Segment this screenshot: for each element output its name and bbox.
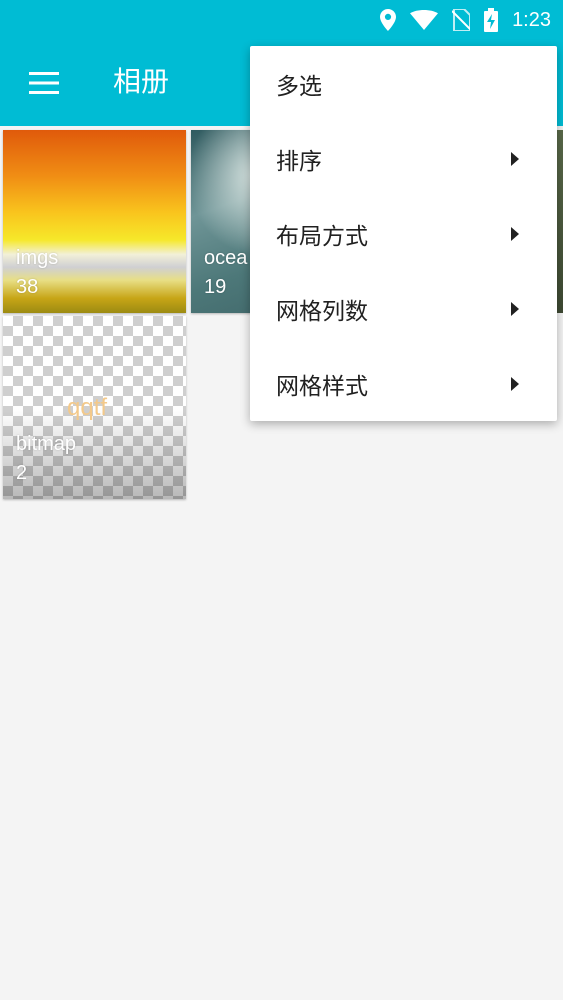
menu-item-label: 布局方式	[276, 223, 368, 250]
menu-item-layout[interactable]: 布局方式	[250, 196, 557, 271]
album-count: 2	[16, 462, 28, 484]
album-tile[interactable]: qqtf bitmap 2	[3, 316, 186, 499]
submenu-arrow-icon	[511, 227, 519, 241]
submenu-arrow-icon	[511, 152, 519, 166]
submenu-arrow-icon	[511, 377, 519, 391]
album-tile[interactable]: imgs 38	[3, 130, 186, 313]
album-count: 38	[16, 276, 39, 298]
album-count: 19	[204, 276, 227, 298]
album-name: ocea	[204, 247, 248, 269]
menu-item-sort[interactable]: 排序	[250, 121, 557, 196]
menu-item-label: 多选	[276, 73, 322, 100]
menu-button[interactable]	[22, 63, 66, 103]
location-icon	[380, 9, 397, 31]
menu-item-label: 网格列数	[276, 298, 368, 325]
menu-item-label: 网格样式	[276, 373, 368, 400]
wifi-icon	[410, 10, 439, 30]
menu-item-multi-select[interactable]: 多选	[250, 46, 557, 121]
submenu-arrow-icon	[511, 302, 519, 316]
status-bar: 1:23	[0, 0, 563, 40]
menu-icon	[29, 72, 59, 94]
album-name: imgs	[16, 247, 59, 269]
status-icons: 1:23	[380, 0, 551, 40]
thumbnail-text: qqtf	[67, 394, 108, 421]
no-sim-icon	[452, 9, 471, 31]
album-name: bitmap	[16, 433, 77, 455]
overflow-menu: 多选 排序 布局方式 网格列数 网格样式	[250, 46, 557, 421]
page-title: 相册	[113, 65, 170, 98]
menu-item-grid-columns[interactable]: 网格列数	[250, 271, 557, 346]
menu-item-label: 排序	[276, 148, 322, 175]
battery-charging-icon	[484, 8, 499, 32]
status-time: 1:23	[512, 8, 551, 31]
menu-item-grid-style[interactable]: 网格样式	[250, 346, 557, 421]
